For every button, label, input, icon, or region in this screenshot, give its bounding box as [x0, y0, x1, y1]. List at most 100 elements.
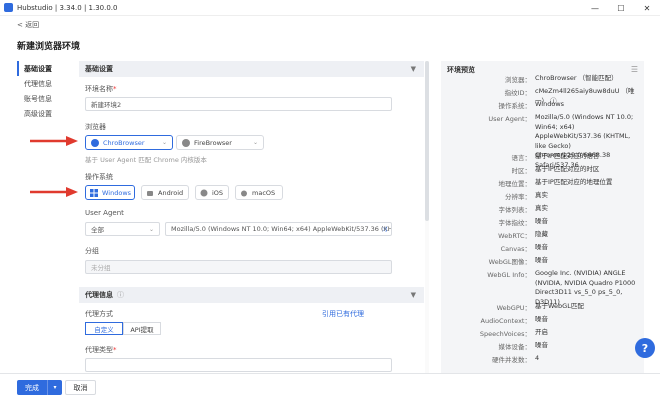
preview-value: 真实 [535, 191, 548, 199]
tab-custom[interactable]: 自定义 [85, 322, 123, 335]
finish-button[interactable]: 完成 ▾ [17, 380, 62, 395]
preview-key: 媒体设备： [498, 343, 532, 351]
shuffle-icon[interactable]: ⤨ [382, 225, 387, 234]
browser-chrobrowser[interactable]: ChroBrowser ⌄ [85, 135, 173, 150]
preview-value: 4 [535, 354, 540, 362]
title-bar: Hubstudio | 3.34.0 | 1.30.0.0 — ☐ ✕ [0, 0, 660, 16]
chevron-down-icon: ⌄ [161, 139, 167, 146]
preview-value: 基于IP匹配对应的地理位置 [535, 178, 613, 186]
chrobrowser-icon [91, 138, 99, 147]
os-windows[interactable]: Windows [85, 185, 135, 200]
preview-value: 隐藏 [535, 230, 548, 238]
ua-filter-select[interactable]: 全部 ⌄ [85, 222, 160, 236]
page-title: 新建浏览器环境 [17, 42, 81, 52]
annotation-arrow-os [30, 187, 78, 197]
firebrowser-icon [182, 138, 190, 147]
preview-value: 噪音 [535, 217, 548, 225]
preview-value: 基于WebGL匹配 [535, 302, 584, 310]
footer-bar: 完成 ▾ 取消 [0, 373, 660, 402]
preview-value: ChroBrowser （智能匹配） [535, 74, 618, 82]
chevron-down-icon[interactable]: ▾ [47, 380, 62, 395]
preview-value: 噪音 [535, 341, 548, 349]
windows-icon [90, 188, 98, 197]
preview-key: WebGL图像： [488, 258, 531, 266]
os-macos[interactable]: macOS [235, 185, 283, 200]
browser-label: 浏览器 [85, 123, 106, 131]
help-button[interactable]: ? [635, 338, 655, 358]
ua-input[interactable]: Mozilla/5.0 (Windows NT 10.0; Win64; x64… [165, 222, 392, 236]
preview-key: SpeechVoices： [479, 330, 531, 338]
preview-value: 噪音 [535, 256, 548, 264]
preview-value: 基于IP匹配对应的语言 [535, 152, 600, 160]
os-android[interactable]: Android [141, 185, 189, 200]
group-select[interactable]: 未分组 [85, 260, 392, 274]
preview-value: 真实 [535, 204, 548, 212]
ua-label: User Agent [85, 209, 124, 217]
preview-key: 操作系统： [498, 102, 532, 110]
preview-key: 地理位置： [498, 180, 532, 188]
preview-value: 噪音 [535, 315, 548, 323]
group-label: 分组 [85, 247, 99, 255]
preview-key: 字体列表： [498, 206, 532, 214]
preview-value: Windows [535, 100, 565, 108]
proxy-type-label: 代理类型* [85, 346, 117, 354]
preview-value: 基于IP匹配对应的时区 [535, 165, 600, 173]
basic-section-title: 基础设置 [85, 65, 113, 73]
preview-key: 时区： [511, 167, 532, 175]
preview-key: Canvas： [500, 245, 531, 253]
chevron-down-icon: ⌄ [148, 226, 154, 233]
os-ios[interactable]: iOS [195, 185, 229, 200]
preview-key: WebGPU： [496, 304, 531, 312]
basic-section-header[interactable]: 基础设置 ▼ [79, 61, 424, 77]
preview-key: 字体指纹： [498, 219, 532, 227]
preview-key: WebGL Info： [487, 271, 531, 279]
proxy-section-title: 代理信息 [85, 291, 113, 299]
preview-value: 噪音 [535, 243, 548, 251]
chevron-down-icon: ⌄ [252, 139, 258, 146]
android-icon [147, 190, 153, 196]
apple-icon [241, 190, 247, 196]
env-preview-panel: 环境预览 ☰ 浏览器： ChroBrowser （智能匹配） 指纹ID： cMeZm4… [441, 61, 644, 378]
preview-key: 指纹ID： [504, 89, 531, 97]
preview-key: 浏览器： [505, 76, 531, 84]
preview-key: 硬件并发数： [492, 356, 531, 364]
maximize-button[interactable]: ☐ [608, 0, 634, 16]
proxy-method-label: 代理方式 [85, 310, 113, 318]
form-panel: 基础设置 ▼ 环境名称* 新建环境2 浏览器 ChroBrowser ⌄ Fir… [79, 61, 424, 378]
proxy-type-select[interactable] [85, 358, 392, 372]
browser-hint: 基于 User Agent 匹配 Chrome 内核版本 [85, 156, 207, 164]
minimize-button[interactable]: — [582, 0, 608, 16]
ios-icon [200, 189, 208, 196]
browser-firebrowser[interactable]: FireBrowser ⌄ [176, 135, 264, 150]
collapse-icon[interactable]: ▼ [411, 291, 416, 299]
existing-proxy-link[interactable]: 引用已有代理 [322, 309, 364, 319]
preview-title: 环境预览 [447, 66, 475, 74]
preview-key: 语言： [511, 154, 532, 162]
nav-item-proxy[interactable]: 代理信息 [17, 76, 72, 91]
nav-item-basic[interactable]: 基础设置 [17, 61, 72, 76]
env-name-input[interactable]: 新建环境2 [85, 97, 392, 111]
cancel-button[interactable]: 取消 [65, 380, 96, 395]
preview-key: 分辨率： [505, 193, 531, 201]
list-icon[interactable]: ☰ [631, 65, 638, 74]
preview-value: 开启 [535, 328, 548, 336]
preview-key: WebRTC： [498, 232, 531, 240]
tab-api[interactable]: API提取 [123, 322, 161, 335]
nav-item-account[interactable]: 账号信息 [17, 91, 72, 106]
scroll-thumb[interactable] [425, 61, 429, 221]
env-name-label: 环境名称* [85, 85, 117, 93]
section-nav: 基础设置 代理信息 账号信息 高级设置 [17, 61, 72, 121]
nav-item-advanced[interactable]: 高级设置 [17, 106, 72, 121]
proxy-section-header[interactable]: 代理信息 ⓘ ▼ [79, 287, 424, 303]
preview-key: AudioContext： [480, 317, 531, 325]
collapse-icon[interactable]: ▼ [411, 65, 416, 73]
os-label: 操作系统 [85, 173, 113, 181]
form-scrollbar[interactable] [425, 61, 429, 378]
annotation-arrow-browser [30, 136, 78, 146]
back-link[interactable]: < 返回 [17, 20, 39, 30]
window-title: Hubstudio | 3.34.0 | 1.30.0.0 [17, 3, 118, 12]
close-button[interactable]: ✕ [634, 0, 660, 16]
preview-key: User Agent： [488, 115, 531, 123]
info-icon: ⓘ [117, 291, 124, 299]
app-logo-icon [4, 3, 13, 12]
